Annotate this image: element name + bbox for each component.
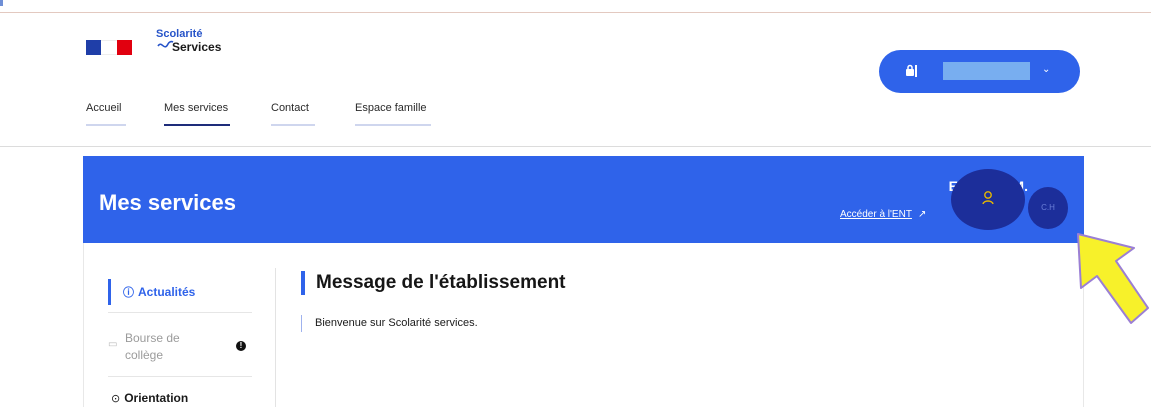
message-heading: Message de l'établissement (316, 272, 566, 293)
corner-mark (0, 0, 3, 6)
top-divider (0, 12, 1151, 13)
external-link-icon: ↗ (917, 209, 927, 220)
compass-icon: ⊙ (111, 393, 121, 405)
page-title: Mes services (99, 190, 236, 215)
heading-accent (301, 271, 305, 295)
account-name-start (915, 65, 917, 77)
sidebar-item-orientation[interactable]: ⊙ Orientation (111, 391, 188, 405)
child-avatar[interactable]: C.H (1028, 187, 1068, 229)
logo-line2: Services (172, 40, 222, 54)
republic-flag-logo (86, 40, 132, 55)
info-circle-icon: ⓘ (123, 287, 134, 299)
redacted-account-name (943, 62, 1030, 80)
nav-mes-services-label: Mes services (164, 102, 229, 114)
sidebar-separator (275, 268, 276, 407)
info-badge-icon[interactable]: ! (236, 341, 246, 351)
wallet-icon: ▭ (108, 339, 118, 350)
sidebar-item-label: Bourse de collège (125, 331, 180, 362)
ent-link-label: Accéder à l'ENT (840, 209, 912, 220)
nav-mes-services[interactable]: Mes services (164, 102, 230, 126)
nav-accueil-label: Accueil (86, 102, 122, 114)
sidebar-divider (108, 312, 252, 313)
message-text: Bienvenue sur Scolarité services. (315, 317, 478, 329)
content-panel (83, 243, 1084, 407)
sidebar-item-label: Actualités (138, 285, 196, 299)
sidebar-item-label: Orientation (124, 391, 189, 405)
chevron-down-icon: ⌄ (1042, 64, 1051, 75)
ent-link[interactable]: Accéder à l'ENT ↗ (840, 209, 948, 220)
sidebar-item-actualites[interactable]: ⓘ Actualités (108, 279, 195, 305)
header-separator (0, 146, 1151, 147)
nav-espace-famille[interactable]: Espace famille (355, 102, 431, 126)
message-accent (301, 315, 302, 332)
person-icon (982, 191, 994, 205)
sidebar-divider (108, 376, 252, 377)
scolarite-services-logo[interactable]: Scolarité Services (156, 28, 256, 62)
lock-icon (906, 64, 914, 76)
services-banner: Mes services Eléonore M. Accéder à l'ENT… (83, 156, 1084, 243)
nav-contact-label: Contact (271, 102, 309, 114)
annotation-arrow-icon (1077, 233, 1149, 324)
nav-contact[interactable]: Contact (271, 102, 315, 126)
nav-accueil[interactable]: Accueil (86, 102, 126, 126)
nav-espace-famille-label: Espace famille (355, 102, 427, 114)
user-avatar[interactable] (951, 169, 1025, 230)
